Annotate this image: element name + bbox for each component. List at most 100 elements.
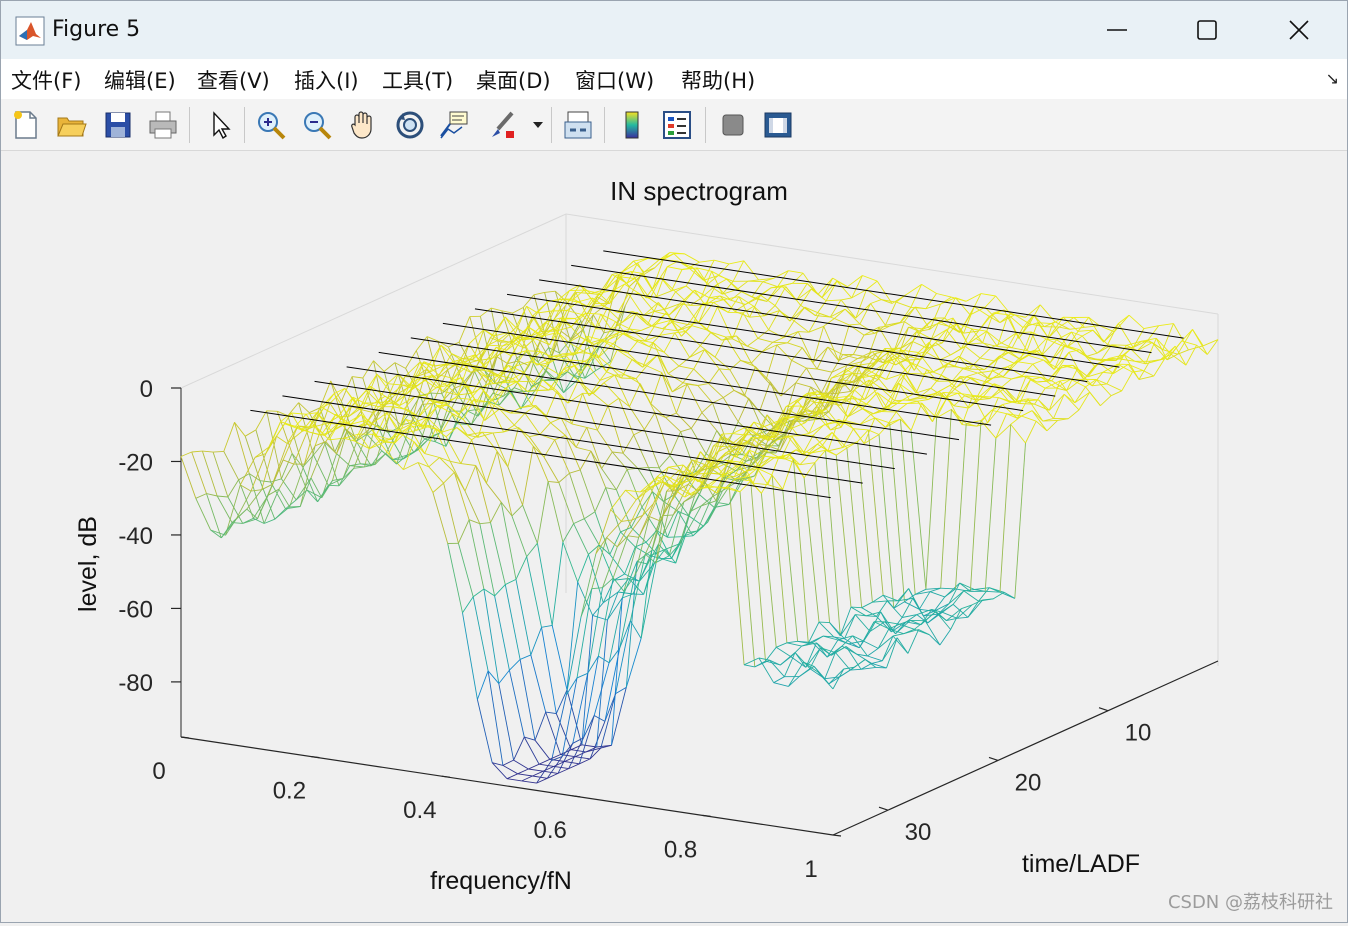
surface-edge (970, 421, 981, 592)
surface-edge (523, 505, 538, 543)
surface-edge (681, 428, 692, 431)
surface-edge (772, 475, 787, 643)
surface-edge (796, 383, 811, 387)
surface-edge (1033, 360, 1044, 364)
menu-window[interactable]: 窗口(W) (575, 65, 654, 95)
surface-edge (723, 398, 738, 422)
hide-plot-tools-icon[interactable] (714, 106, 752, 144)
surface-edge (858, 442, 873, 603)
surface-edge (429, 458, 440, 467)
surface-edge (792, 273, 803, 283)
toolbar-separator (189, 107, 190, 143)
surface-edge (744, 665, 755, 667)
save-icon[interactable] (99, 106, 137, 144)
surface-edge (518, 774, 533, 776)
minimize-button[interactable] (1071, 1, 1163, 59)
rotate-3d-icon[interactable] (391, 106, 429, 144)
dock-arrow-icon[interactable]: ↘ (1326, 69, 1339, 88)
surface-edge (911, 430, 926, 589)
menu-insert[interactable]: 插入(I) (294, 65, 359, 95)
surface-edge (1111, 391, 1122, 396)
pan-hand-icon[interactable] (344, 106, 382, 144)
close-button[interactable] (1253, 1, 1345, 59)
surface-edge (776, 643, 787, 648)
surface-edge (522, 781, 537, 783)
surface-edge (576, 447, 591, 451)
surface-edge (1002, 333, 1017, 343)
surface-edge (598, 578, 613, 656)
surface-edge (550, 755, 561, 760)
menu-help[interactable]: 帮助(H) (681, 65, 755, 95)
surface-edge (713, 300, 724, 303)
menu-tools[interactable]: 工具(T) (382, 65, 453, 95)
surface-edge (541, 311, 552, 332)
surface-edge (654, 309, 665, 311)
brush-icon[interactable] (483, 106, 521, 144)
link-plot-icon[interactable] (559, 106, 597, 144)
zoom-in-icon[interactable] (252, 106, 290, 144)
surface-edge (809, 313, 820, 332)
surface-edge (781, 360, 792, 396)
surface-plot[interactable]: 00.20.40.60.811020300-20-40-60-80 IN spe… (3, 152, 1345, 922)
surface-edge (773, 338, 784, 343)
surface-edge (755, 367, 766, 380)
surface-edge (660, 333, 675, 336)
surface-edge (683, 369, 694, 383)
surface-edge (990, 388, 1001, 399)
surface-edge (965, 346, 980, 358)
surface-edge (846, 647, 857, 655)
surface-edge (505, 585, 520, 660)
surface-edge (690, 346, 701, 358)
surface-edge (841, 300, 856, 318)
pointer-icon[interactable] (201, 106, 239, 144)
surface-edge (575, 752, 586, 757)
new-figure-icon[interactable] (7, 106, 45, 144)
surface-edge (537, 481, 548, 543)
surface-edge (548, 481, 563, 542)
data-cursor-icon[interactable] (435, 106, 473, 144)
surface-edge (812, 636, 823, 643)
show-plot-tools-icon[interactable] (759, 106, 797, 144)
figure-canvas[interactable]: 00.20.40.60.811020300-20-40-60-80 IN spe… (3, 152, 1345, 922)
surface-edge (981, 410, 992, 420)
brush-dropdown-icon[interactable] (527, 106, 549, 144)
surface-edge (1193, 329, 1204, 345)
x-tick-mark (181, 737, 189, 738)
surface-edge (1011, 424, 1026, 443)
x-axis-label: frequency/fN (430, 867, 572, 895)
surface-edge (503, 760, 514, 765)
colorbar-icon[interactable] (613, 106, 651, 144)
toolbar-separator (244, 107, 245, 143)
surface-edge (612, 452, 623, 453)
legend-icon[interactable] (658, 106, 696, 144)
menu-desktop[interactable]: 桌面(D) (476, 65, 551, 95)
surface-edge (551, 418, 562, 423)
surface-edge (704, 508, 715, 527)
menu-file[interactable]: 文件(F) (11, 65, 81, 95)
x-tick-label: 0.8 (664, 836, 697, 863)
open-file-icon[interactable] (52, 106, 90, 144)
surface-edge (477, 700, 492, 763)
menu-edit[interactable]: 编辑(E) (104, 65, 176, 95)
surface-edge (766, 345, 777, 380)
surface-edge (207, 494, 218, 496)
surface-edge (668, 366, 679, 374)
surface-edge (858, 430, 869, 442)
surface-edge (388, 374, 399, 384)
surface-edge (535, 740, 550, 759)
surface-edge (999, 356, 1014, 363)
surface-edge (784, 417, 795, 418)
x-tick-label: 0 (152, 758, 165, 785)
surface-edge (542, 625, 553, 627)
menu-view[interactable]: 查看(V) (197, 65, 270, 95)
surface-edge (664, 352, 679, 366)
surface-edge (235, 422, 250, 473)
print-icon[interactable] (144, 106, 182, 144)
surface-edge (311, 442, 326, 478)
maximize-button[interactable] (1161, 1, 1253, 59)
surface-edge (522, 339, 537, 365)
surface-edge (852, 396, 867, 404)
surface-edge (699, 260, 714, 262)
surface-edge (653, 343, 664, 353)
zoom-out-icon[interactable] (298, 106, 336, 144)
